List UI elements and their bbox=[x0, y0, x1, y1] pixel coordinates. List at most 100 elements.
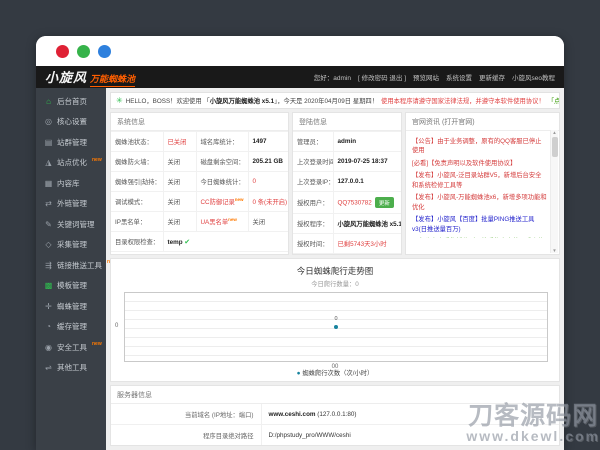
label-cell: 域名库统计： bbox=[195, 131, 249, 152]
sidebar-item[interactable]: ▦ 内容库 bbox=[36, 173, 106, 194]
header-link[interactable]: 预览网站 bbox=[413, 72, 439, 82]
table-row: 目录权限检查： temp ✔ bbox=[111, 231, 288, 253]
sidebar-item[interactable]: ◇ 采集管理 bbox=[36, 235, 106, 256]
label-cell: 今日蜘蛛统计： bbox=[195, 171, 249, 192]
value-cell: 关闭 bbox=[162, 151, 197, 172]
login-info-table: 管理员： admin 上次登录时间： 2019-07-25 18:37 bbox=[293, 131, 401, 254]
value-cell: 205.21 GB bbox=[247, 151, 288, 172]
value-cell: 关闭 bbox=[162, 190, 197, 213]
welcome-bar: ✳ HELLO，BOSS！欢迎使用 「小旋风万能蜘蛛池 x5.1」，今天是 20… bbox=[110, 92, 560, 109]
spider-trend-chart: 今日蜘蛛爬行走势图 今日爬行数量：0 0 0 00 ● 蜘蛛爬行次数（次/小时） bbox=[110, 258, 560, 382]
sidebar-item[interactable]: ◎ 核心设置 bbox=[36, 112, 106, 133]
scrollbar-thumb[interactable] bbox=[551, 137, 558, 157]
chart-legend[interactable]: ● 蜘蛛爬行次数（次/小时） bbox=[111, 368, 559, 377]
news-item[interactable]: 火车头文章采集插件（可将采集文章处理成小旋风支持的格式） bbox=[412, 237, 547, 239]
table-row: 授权用户： QQ7530782 更新 bbox=[293, 191, 401, 214]
data-point-label: 0 bbox=[334, 316, 338, 322]
sidebar-item-label: 采集管理 bbox=[57, 240, 87, 250]
news-list: 【公告】由于业务调整，原有的QQ客服已停止使用 [必看]【免责声明以及软件使用协… bbox=[406, 131, 559, 238]
scroll-up-icon[interactable]: ▲ bbox=[552, 130, 556, 135]
value-cell: 关闭 bbox=[162, 211, 197, 233]
login-info-title: 登陆信息 bbox=[293, 113, 401, 131]
sidebar-item[interactable]: ✛ 蜘蛛管理 bbox=[36, 296, 106, 317]
dir-check-value: temp bbox=[167, 238, 183, 246]
value-cell: 关闭 bbox=[162, 171, 197, 192]
app-header: 小旋风 万能蜘蛛池 您好：admin [ 修改密码 退出 ] 预览网站 系统设置… bbox=[36, 66, 564, 88]
table-row: 管理员： admin bbox=[293, 131, 401, 152]
table-row: 授权时间： 已剩5743天3小时 bbox=[293, 233, 401, 254]
server-info-panel: 服务器信息 当前域名 (IP地址：端口) www.ceshi.com (127.… bbox=[110, 385, 560, 446]
value-cell: 127.0.0.1 bbox=[332, 171, 401, 192]
news-item[interactable]: 【发布】小旋风【百度】批量PING推送工具v3(日推送量百万) bbox=[412, 215, 547, 234]
news-panel-title[interactable]: 官网资讯 (打开官网) bbox=[406, 113, 559, 131]
sidebar-item[interactable]: ▤ 站群管理 bbox=[36, 132, 106, 153]
chart-plot-area: 0 bbox=[124, 292, 548, 362]
value-cell: 已关闭 bbox=[162, 131, 197, 152]
system-info-title: 系统信息 bbox=[111, 113, 288, 131]
header-link[interactable]: 更新缓存 bbox=[479, 72, 505, 82]
sidebar-item[interactable]: ▩ 模板管理 bbox=[36, 276, 106, 297]
new-badge: new bbox=[228, 217, 237, 223]
label-cell: 蜘蛛防火墙： bbox=[111, 151, 164, 172]
sidebar-item[interactable]: ✎ 关键词管理 bbox=[36, 214, 106, 235]
link-push-icon: ⇶ bbox=[45, 260, 52, 270]
sidebar-item-label: 模板管理 bbox=[57, 281, 87, 291]
table-row: 当前域名 (IP地址：端口) www.ceshi.com (127.0.0.1:… bbox=[111, 404, 559, 425]
news-item[interactable]: 【公告】由于业务调整，原有的QQ客服已停止使用 bbox=[412, 137, 547, 156]
news-item[interactable]: 【发布】小旋风-泛目录站群V5，新增后台安全和系统检修工具等 bbox=[412, 171, 547, 190]
sidebar-item-label: 核心设置 bbox=[57, 117, 87, 127]
news-panel: 官网资讯 (打开官网) 【公告】由于业务调整，原有的QQ客服已停止使用 [必看]… bbox=[405, 112, 560, 255]
core-settings-icon: ◎ bbox=[45, 117, 52, 127]
news-item[interactable]: 【发布】小旋风-万能蜘蛛池x6，新增多项功能和优化 bbox=[412, 193, 547, 212]
label-cell: 调试模式： bbox=[111, 190, 164, 213]
table-row: 服务器解译引擎 Apache/2.4.39 (Win64) OpenSSL/1.… bbox=[111, 446, 559, 447]
home-icon: ⌂ bbox=[46, 96, 51, 106]
maximize-button[interactable] bbox=[98, 44, 111, 58]
agreement-link[interactable]: 「点此查看协议」 bbox=[548, 96, 559, 105]
sidebar-item[interactable]: ◉ 安全工具 new bbox=[36, 337, 106, 358]
scrollbar[interactable]: ▲ ▼ bbox=[550, 130, 558, 253]
data-point[interactable] bbox=[334, 325, 338, 329]
sidebar-item[interactable]: ◔ 缓存管理 bbox=[36, 317, 106, 338]
new-badge: new bbox=[92, 341, 102, 348]
header-link[interactable]: 小旋风seo教程 bbox=[512, 72, 555, 82]
sidebar-item[interactable]: ⇶ 链接推送工具 new bbox=[36, 255, 117, 276]
sidebar-item[interactable]: ◮ 站点优化 new bbox=[36, 153, 106, 174]
minimize-button[interactable] bbox=[77, 44, 90, 58]
sidebar-item-label: 缓存管理 bbox=[57, 322, 87, 332]
scroll-down-icon[interactable]: ▼ bbox=[552, 248, 556, 253]
app-logo[interactable]: 小旋风 万能蜘蛛池 bbox=[45, 67, 136, 87]
content-library-icon: ▦ bbox=[44, 178, 53, 188]
sun-icon: ✳ bbox=[116, 96, 123, 105]
update-button[interactable]: 更新 bbox=[374, 197, 394, 208]
sidebar: ⌂ 后台首页 ◎ 核心设置 ▤ 站群管理 ◮ 站点优化 new ▦ 内容库 ⇄ … bbox=[36, 88, 117, 450]
header-link[interactable]: [ 修改密码 退出 ] bbox=[358, 72, 406, 82]
label-cell: 授权程序： bbox=[293, 213, 334, 234]
label-cell: 磁盘剩余空间： bbox=[195, 151, 249, 172]
label-cell: 授权时间： bbox=[293, 233, 334, 254]
sidebar-item-label: 后台首页 bbox=[57, 96, 87, 106]
sidebar-item[interactable]: ⇄ 外链管理 bbox=[36, 194, 106, 215]
value-cell: 0 条(未开启) bbox=[247, 190, 288, 213]
value-cell: 0 bbox=[247, 171, 288, 192]
table-row: 程序目录绝对路径 D:/phpstudy_pro/WWW/ceshi bbox=[111, 424, 559, 445]
label-cell: UA黑名单new bbox=[195, 211, 249, 233]
table-row: IP黑名单： 关闭 UA黑名单new 关闭 bbox=[111, 211, 288, 233]
sidebar-item[interactable]: ⌂ 后台首页 bbox=[36, 91, 106, 112]
header-link[interactable]: 系统设置 bbox=[446, 72, 472, 82]
cache-icon: ◔ bbox=[46, 322, 51, 332]
header-links: 您好：admin [ 修改密码 退出 ] 预览网站 系统设置 更新缓存 小旋风s… bbox=[314, 72, 555, 82]
label-cell: 当前域名 (IP地址：端口) bbox=[111, 404, 262, 425]
sidebar-item-label: 安全工具 bbox=[57, 342, 87, 352]
sidebar-item-label: 站点优化 bbox=[57, 158, 87, 168]
news-item[interactable]: [必看]【免责声明以及软件使用协议】 bbox=[412, 159, 547, 168]
value-cell: temp ✔ bbox=[162, 231, 288, 253]
close-button[interactable] bbox=[56, 44, 69, 58]
sidebar-item[interactable]: ⇌ 其他工具 bbox=[36, 358, 106, 379]
collect-icon: ◇ bbox=[45, 240, 52, 250]
chart-subtitle: 今日爬行数量：0 bbox=[311, 281, 359, 288]
sidebar-item-label: 内容库 bbox=[57, 178, 80, 188]
y-axis-tick: 0 bbox=[115, 323, 119, 329]
header-link[interactable]: 您好：admin bbox=[314, 72, 351, 82]
value-cell: admin bbox=[332, 131, 401, 152]
